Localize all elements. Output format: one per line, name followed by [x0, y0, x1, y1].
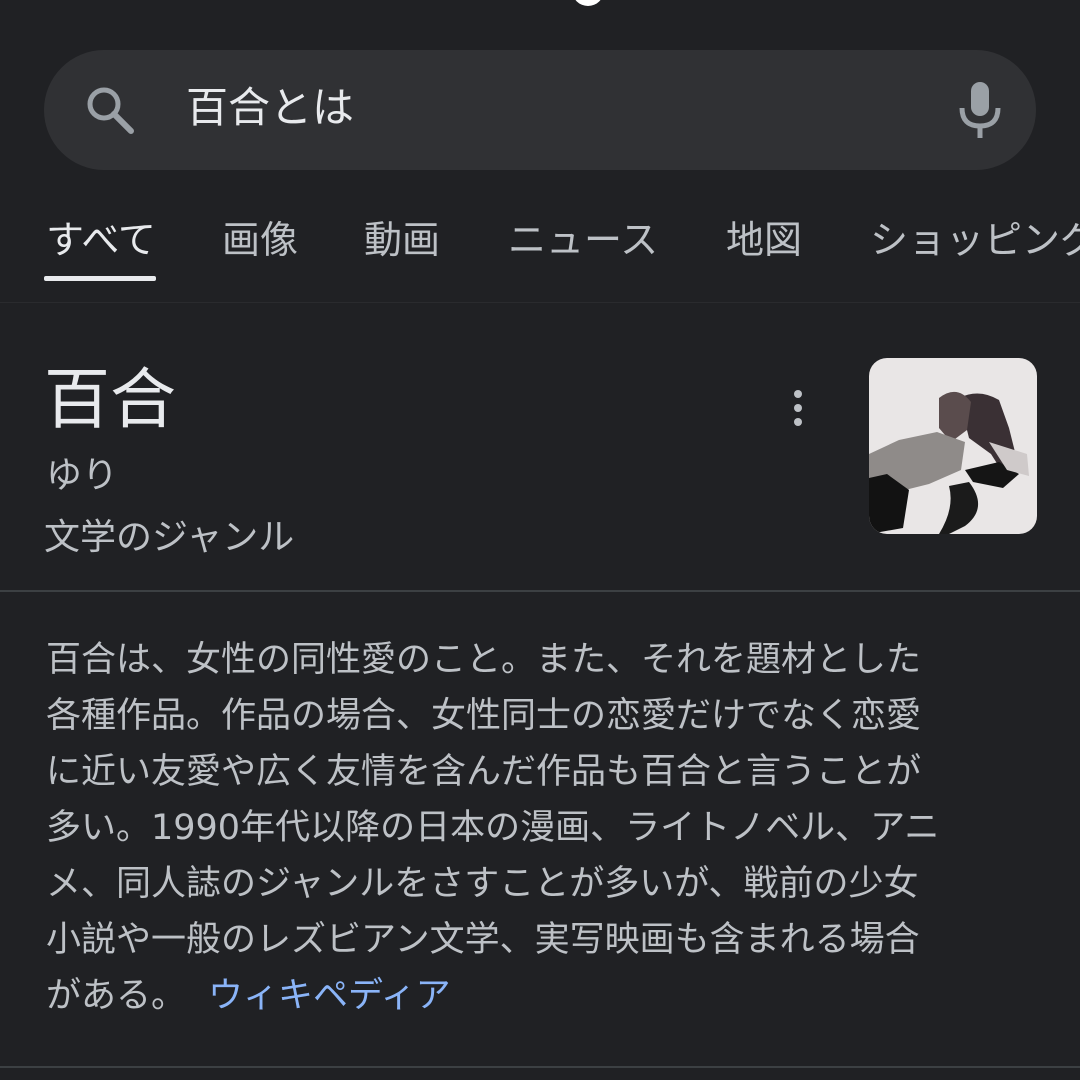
tab-maps[interactable]: 地図	[726, 212, 802, 268]
description-line: 各種作品。作品の場合、女性同士の恋愛だけでなく恋愛	[46, 696, 922, 736]
tab-videos[interactable]: 動画	[364, 212, 440, 268]
more-vert-icon[interactable]	[780, 386, 816, 430]
section-divider	[0, 590, 1080, 592]
tab-news[interactable]: ニュース	[508, 212, 658, 268]
tab-shopping[interactable]: ショッピング	[870, 212, 1080, 268]
search-icon[interactable]	[84, 84, 136, 136]
description-line: に近い友愛や広く友情を含んだ作品も百合と言うことが	[46, 752, 922, 792]
knowledge-panel-description: 百合は、女性の同性愛のこと。また、それを題材とした 各種作品。作品の場合、女性同…	[46, 632, 1036, 1024]
description-line-last: がある。 ウィキペディア	[46, 968, 1036, 1024]
description-line: 小説や一般のレズビアン文学、実写映画も含まれる場合	[46, 920, 920, 960]
camera-cutout	[572, 0, 604, 6]
description-line: 百合は、女性の同性愛のこと。また、それを題材とした	[46, 640, 922, 680]
knowledge-panel-image[interactable]	[869, 358, 1037, 534]
search-results-page: 百合とは すべて 画像 動画 ニュース 地図 ショッピング 百合 ゆり 文学のジ…	[0, 0, 1080, 1080]
tab-all[interactable]: すべて	[46, 212, 156, 268]
search-tabs: すべて 画像 動画 ニュース 地図 ショッピング	[0, 200, 1080, 300]
search-input[interactable]: 百合とは	[186, 78, 354, 138]
wikipedia-link[interactable]: ウィキペディア	[208, 976, 451, 1016]
active-tab-indicator	[44, 276, 156, 281]
description-line: 多い。1990年代以降の日本の漫画、ライトノベル、アニ	[46, 808, 940, 848]
knowledge-panel-subtitle: 文学のジャンル	[44, 517, 295, 558]
description-line-text: がある。	[46, 976, 187, 1016]
tab-images[interactable]: 画像	[222, 212, 298, 268]
description-line: メ、同人誌のジャンルをさすことが多いが、戦前の少女	[46, 864, 919, 904]
knowledge-panel-title: 百合	[44, 361, 176, 438]
knowledge-panel-reading: ゆり	[46, 455, 119, 496]
microphone-icon[interactable]	[954, 80, 1006, 140]
tabs-divider	[0, 302, 1080, 303]
bottom-divider	[0, 1066, 1080, 1068]
